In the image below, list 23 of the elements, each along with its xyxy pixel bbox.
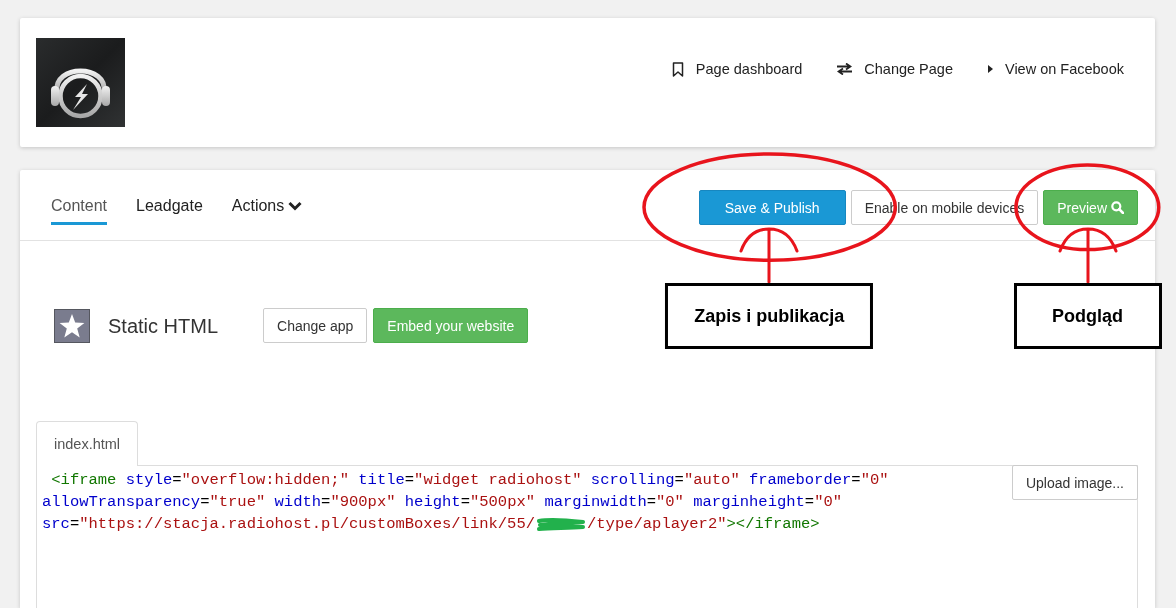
annotation-label: Zapis i publikacja (665, 283, 874, 349)
caret-right-icon (987, 65, 993, 73)
tab[interactable]: Content (51, 196, 108, 225)
code-text: /type/aplayer2"></iframe> (587, 514, 820, 535)
tab[interactable]: Leadgate (136, 196, 203, 225)
tab[interactable]: Actions (231, 196, 303, 225)
annotation-arrow (1057, 227, 1118, 283)
code-text: src="https://stacja.radiohost.pl/customBoxes/link/55/ (42, 514, 535, 535)
code-text: <iframe style="overflow:hidden;" title="widget radiohost" scrolling="auto" frameborder="0" (50, 470, 889, 491)
bookmark-icon (671, 61, 684, 77)
nav-link[interactable]: View on Facebook (987, 59, 1124, 79)
file-tab[interactable]: index.html (36, 421, 139, 466)
annotation-arrow (739, 227, 800, 283)
code-editor[interactable] (36, 465, 1138, 608)
redaction-scribble-icon (535, 516, 587, 532)
nav-link[interactable]: Page dashboard (671, 59, 803, 79)
annotation-label: Podgląd (1013, 283, 1162, 349)
code-text: allowTransparency="true" width="900px" height="500px" marginwidth="0" marginheight="0" (42, 492, 843, 513)
app-button[interactable]: Change app (263, 308, 368, 343)
app-name: Static HTML (108, 313, 219, 338)
swap-arrows-icon (837, 63, 853, 75)
upload-image-button[interactable]: Upload image... (1011, 465, 1138, 500)
nav-link[interactable]: Change Page (837, 59, 953, 79)
